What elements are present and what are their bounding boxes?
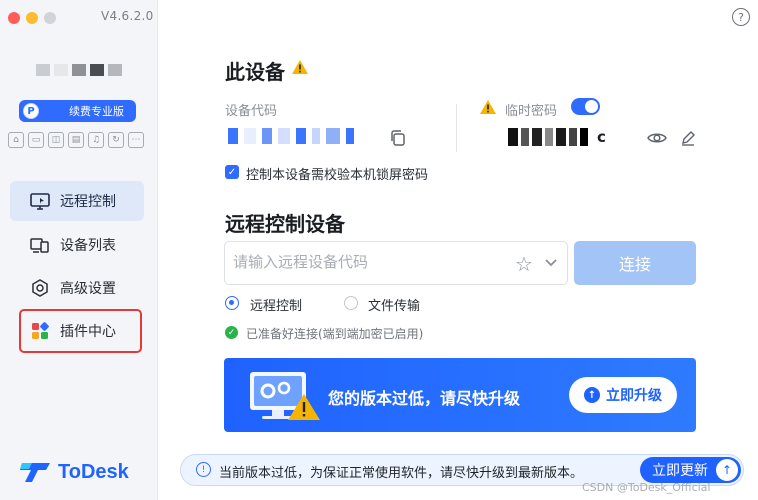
close-window-button[interactable]: [8, 12, 20, 24]
screen-icon[interactable]: ▭: [28, 132, 44, 148]
sidebar-item-label: 设备列表: [60, 238, 116, 254]
info-icon: !: [196, 462, 211, 477]
this-device-title: 此设备: [225, 60, 285, 84]
sidebar-item-remote-control[interactable]: 远程控制: [10, 181, 144, 221]
temp-password-value-blurred: c: [508, 128, 606, 146]
star-icon[interactable]: ☆: [515, 252, 533, 276]
minimize-window-button[interactable]: [26, 12, 38, 24]
remote-device-code-field[interactable]: ☆: [224, 241, 568, 285]
version-label: V4.6.2.0: [101, 9, 154, 23]
remote-control-title: 远程控制设备: [225, 212, 345, 236]
arrow-up-icon: ↑: [584, 387, 600, 403]
chevron-down-icon[interactable]: [543, 254, 559, 270]
gamepad-icon[interactable]: ⌂: [8, 132, 24, 148]
mode-remote-control-label[interactable]: 远程控制: [250, 295, 302, 314]
todesk-logo: ToDesk: [20, 460, 129, 484]
temp-password-suffix: c: [597, 128, 606, 146]
upgrade-banner: 您的版本过低，请尽快升级 ↑ 立即升级: [224, 358, 696, 432]
sidebar-item-advanced-settings[interactable]: 高级设置: [10, 268, 144, 308]
bell-icon[interactable]: ♫: [88, 132, 104, 148]
divider: [456, 104, 457, 152]
device-code-label: 设备代码: [225, 104, 278, 119]
update-now-button[interactable]: 立即更新 ↑: [640, 457, 741, 483]
check-circle-icon: ✓: [225, 326, 238, 339]
watermark-text: CSDN @ToDesk_Official: [582, 481, 711, 494]
monitor-icon: [30, 192, 50, 210]
refresh-icon[interactable]: ↻: [108, 132, 124, 148]
window-controls: [8, 12, 56, 24]
warning-icon[interactable]: [291, 59, 309, 75]
update-notice-text: 当前版本过低，为保证正常使用软件，请尽快升级到最新版本。: [219, 466, 584, 481]
device-code-value-blurred: [228, 128, 354, 144]
devices-icon: [30, 236, 50, 254]
camera-icon[interactable]: ◫: [48, 132, 64, 148]
gear-hex-icon: [30, 279, 50, 297]
upgrade-now-button[interactable]: ↑ 立即升级: [569, 377, 677, 413]
help-icon[interactable]: ?: [732, 8, 750, 26]
quick-tools-row: ⌂ ▭ ◫ ▤ ♫ ↻ ⋯: [8, 132, 144, 148]
outdated-computer-icon: [250, 372, 320, 420]
sidebar-item-label: 远程控制: [60, 194, 116, 210]
sidebar: V4.6.2.0 P 续费专业版 ⌂ ▭ ◫ ▤ ♫ ↻ ⋯ 远程控制 设备列表: [0, 0, 158, 500]
copy-icon[interactable]: [389, 129, 407, 147]
remote-device-code-input[interactable]: [233, 253, 503, 271]
account-name-blurred: [36, 64, 122, 76]
more-icon[interactable]: ⋯: [128, 132, 144, 148]
eye-icon[interactable]: [647, 130, 667, 146]
zoom-window-button[interactable]: [44, 12, 56, 24]
lock-password-checkbox[interactable]: ✓: [225, 165, 239, 179]
temp-password-warning-icon: [480, 100, 496, 114]
todesk-logo-icon: [20, 463, 50, 482]
arrow-up-icon: ↑: [716, 459, 738, 481]
mode-remote-control-radio[interactable]: [225, 296, 239, 310]
sidebar-item-label: 插件中心: [60, 324, 116, 340]
sidebar-item-label: 高级设置: [60, 281, 116, 297]
connection-ready-status: 已准备好连接(端到端加密已启用): [246, 327, 424, 341]
connect-button[interactable]: 连接: [574, 241, 696, 285]
pro-plan-icon: P: [23, 103, 39, 119]
edit-icon[interactable]: [680, 130, 696, 146]
file-icon[interactable]: ▤: [68, 132, 84, 148]
renew-pro-badge[interactable]: P 续费专业版: [19, 100, 136, 122]
sidebar-item-device-list[interactable]: 设备列表: [10, 225, 144, 265]
plugin-grid-icon: [30, 322, 50, 340]
renew-pro-label: 续费专业版: [69, 105, 124, 118]
temp-password-toggle[interactable]: [571, 98, 600, 115]
temp-password-label: 临时密码: [505, 104, 558, 119]
lock-password-label: 控制本设备需校验本机锁屏密码: [246, 168, 429, 183]
update-now-label: 立即更新: [652, 463, 708, 479]
sidebar-item-plugin-center[interactable]: 插件中心: [19, 309, 142, 353]
upgrade-now-label: 立即升级: [606, 388, 662, 404]
mode-file-transfer-radio[interactable]: [344, 296, 358, 310]
mode-file-transfer-label[interactable]: 文件传输: [368, 295, 420, 314]
upgrade-banner-text: 您的版本过低，请尽快升级: [328, 389, 521, 408]
